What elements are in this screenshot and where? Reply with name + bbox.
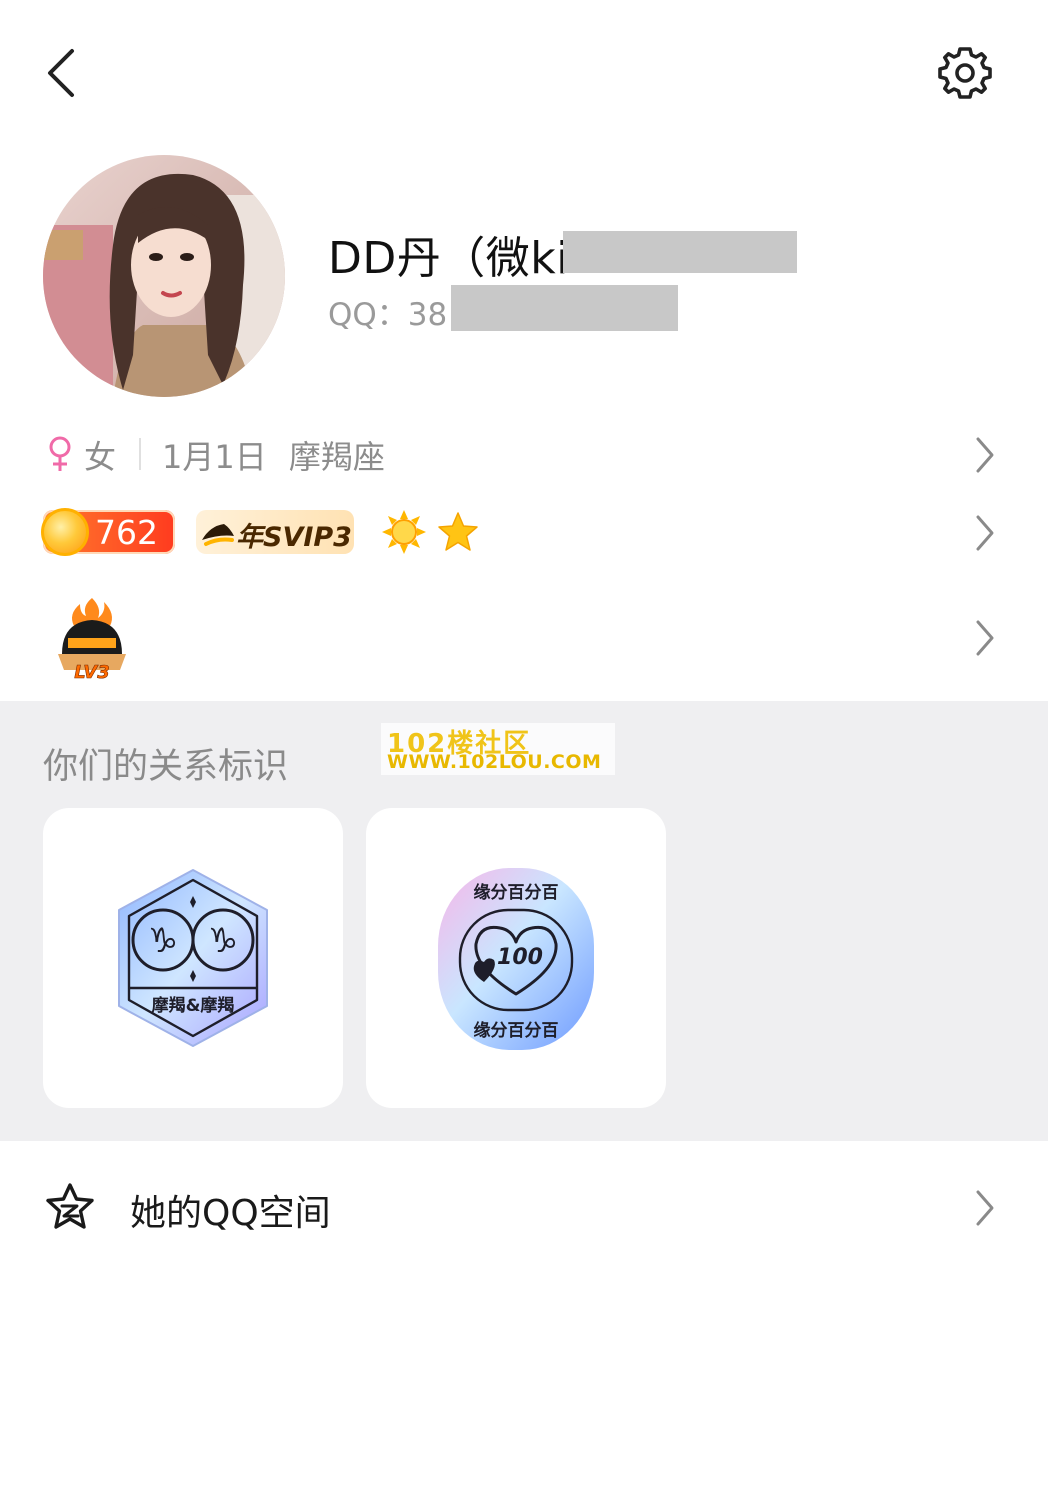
birthday-label: 1月1日 [162, 438, 267, 476]
coin-icon [41, 508, 89, 556]
chevron-right-icon [976, 515, 994, 551]
relationship-card-match[interactable]: 缘分百分百 100 缘分百分百 [366, 808, 666, 1108]
female-icon [49, 436, 71, 471]
chevron-right-icon [976, 1190, 994, 1226]
watermark: 102楼社区 WWW.102LOU.COM [381, 723, 615, 775]
match-label-bottom: 缘分百分百 [474, 1020, 559, 1041]
capricorn-symbol: ♑ [148, 921, 178, 961]
qzone-star-icon [46, 1183, 94, 1229]
svip-hat-icon [202, 524, 234, 546]
gender-label: 女 [84, 438, 117, 476]
lv3-flame-badge-icon: LV3 [58, 598, 126, 682]
heart-100-badge-icon: 缘分百分百 100 缘分百分百 [438, 868, 594, 1050]
match-value: 100 [497, 945, 543, 970]
chevron-right-icon [976, 620, 994, 656]
game-level-row[interactable]: LV3 [0, 592, 1048, 684]
qq-number: QQ：38 [328, 297, 448, 333]
capricorn-pair-badge-icon: ♑ ♑ 摩羯&摩羯 [118, 869, 268, 1047]
svip-label: 年SVIP3 [236, 522, 352, 553]
star-icon [438, 512, 478, 551]
avatar[interactable] [43, 155, 285, 397]
chevron-right-icon [976, 437, 994, 473]
back-button[interactable] [38, 45, 90, 101]
watermark-line2: WWW.102LOU.COM [387, 751, 602, 773]
capricorn-symbol: ♑ [208, 921, 238, 961]
relationship-title: 你们的关系标识 [43, 747, 289, 787]
zodiac-pair-label: 摩羯&摩羯 [152, 995, 235, 1016]
lv-label: LV3 [74, 662, 109, 682]
relationship-card-zodiac[interactable]: ♑ ♑ 摩羯&摩羯 [43, 808, 343, 1108]
chevron-left-icon [48, 49, 74, 97]
qzone-label: 她的QQ空间 [130, 1193, 331, 1234]
redacted-block [451, 285, 678, 331]
svip-badge: 年SVIP3 [196, 510, 354, 554]
birthday-zodiac: 1月1日 摩羯座 [162, 432, 385, 478]
avatar-photo [43, 155, 285, 397]
basic-info-row[interactable]: 女 1月1日 摩羯座 [0, 424, 1048, 486]
divider [139, 438, 141, 470]
redacted-block [563, 231, 797, 273]
badges-row[interactable]: 762 年SVIP3 [0, 500, 1048, 566]
level-badge: 762 [41, 508, 175, 556]
level-value: 762 [95, 513, 158, 552]
nickname: DD丹（微ki [328, 233, 569, 284]
sun-icon [382, 510, 426, 554]
match-label-top: 缘分百分百 [474, 882, 559, 903]
gear-icon [938, 47, 992, 99]
zodiac-label: 摩羯座 [288, 438, 385, 476]
qzone-row[interactable]: 她的QQ空间 [0, 1168, 1048, 1248]
settings-button[interactable] [936, 44, 994, 102]
